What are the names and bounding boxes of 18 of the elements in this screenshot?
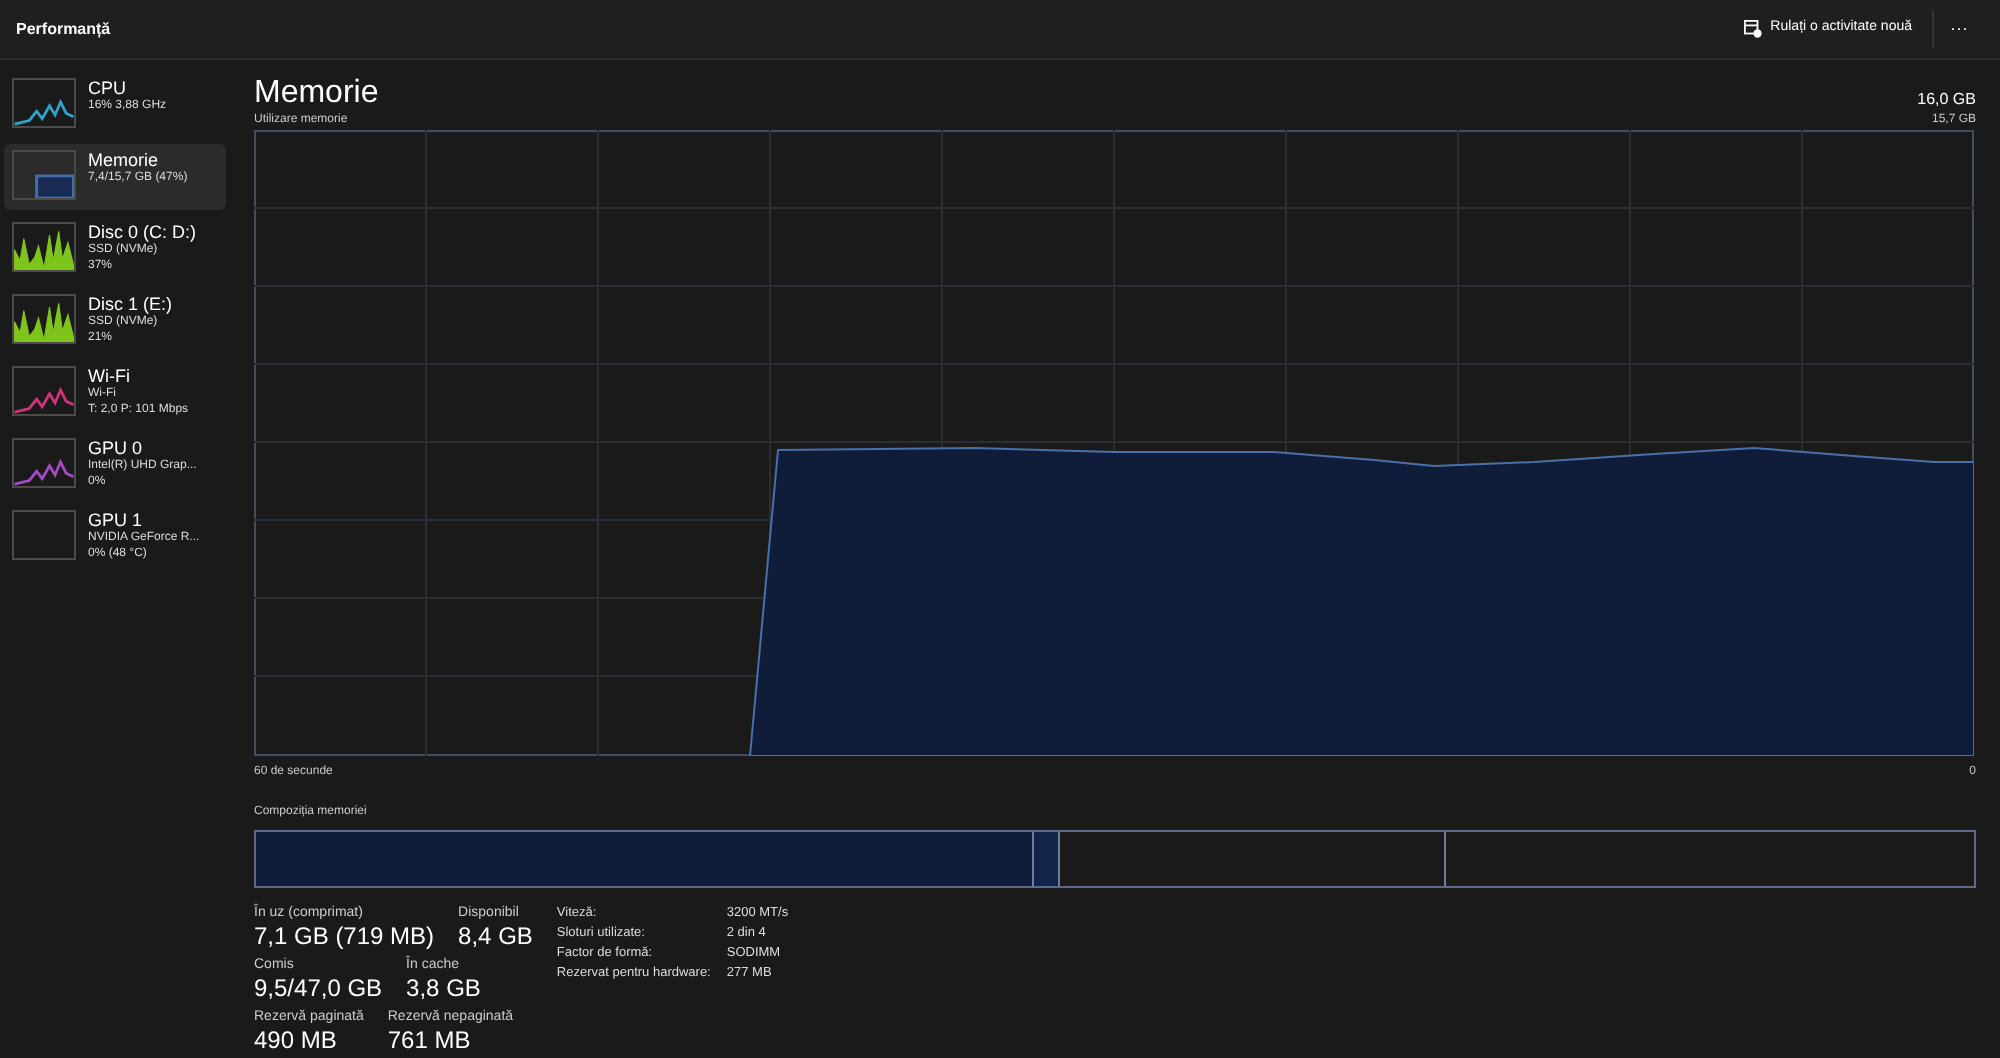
stat-value: 7,1 GB (719 MB) — [254, 922, 435, 952]
stat-value: 490 MB — [254, 1026, 339, 1056]
page-title: Performanță — [16, 17, 111, 41]
total-memory: 16,0 GB — [1917, 88, 1976, 112]
thumbnail-graph — [12, 222, 76, 272]
more-options-button[interactable]: ··· — [1932, 9, 1984, 49]
new-task-icon — [1744, 20, 1763, 38]
thumbnail-graph — [12, 78, 76, 128]
thumbnail-graph — [12, 150, 76, 200]
stat-value: 3,8 GB — [406, 974, 481, 1004]
stat-value: 761 MB — [387, 1026, 473, 1056]
section-title: Memorie — [254, 76, 379, 112]
stat-value: 9,5/47,0 GB — [254, 974, 383, 1004]
thumbnail-graph — [12, 366, 76, 416]
thumbnail-graph — [12, 510, 76, 560]
thumbnail-graph — [12, 294, 76, 344]
stat-value: 8,4 GB — [458, 922, 533, 952]
thumbnail-graph — [12, 438, 76, 488]
